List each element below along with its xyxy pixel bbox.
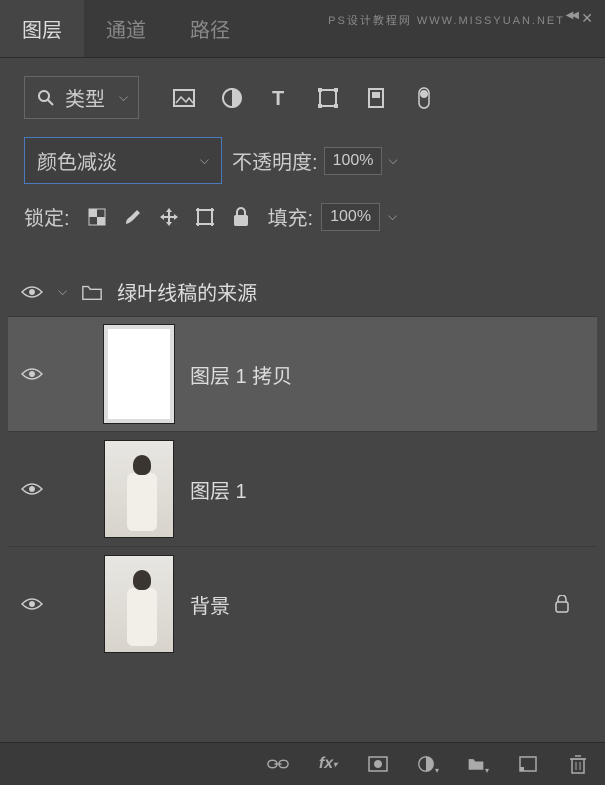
watermark-text: PS设计教程网 WWW.MISSYUAN.NET (328, 12, 565, 28)
search-icon (35, 87, 57, 109)
folder-icon (81, 281, 103, 303)
chevron-down-icon[interactable]: ⌵ (388, 209, 397, 224)
lock-icons (86, 206, 252, 228)
layers-panel: ◀◀ ✕ PS设计教程网 WWW.MISSYUAN.NET 图层 通道 路径 类… (0, 0, 605, 785)
chevron-down-icon: ⌵ (200, 153, 209, 168)
group-collapse-icon[interactable]: ⌵ (58, 284, 67, 299)
visibility-icon[interactable] (20, 284, 44, 300)
chevron-down-icon: ⌵ (119, 90, 128, 105)
lock-transparency-icon[interactable] (86, 206, 108, 228)
blend-mode-label: 颜色减淡 (37, 146, 117, 175)
filter-adjustment-icon[interactable] (221, 87, 243, 109)
filter-icons: T (173, 87, 435, 109)
filter-shape-icon[interactable] (317, 87, 339, 109)
layer-group-row[interactable]: ⌵ 绿叶线稿的来源 (8, 267, 597, 316)
blend-mode-select[interactable]: 颜色减淡 ⌵ (24, 137, 222, 184)
filter-text-icon[interactable]: T (269, 87, 291, 109)
new-group-icon[interactable]: ▾ (467, 753, 489, 775)
layer-row[interactable]: 图层 1 (8, 431, 597, 546)
layer-row[interactable]: 背景 (8, 546, 597, 661)
footer-toolbar: fx▾ ▾ ▾ (0, 742, 605, 785)
lock-paint-icon[interactable] (122, 206, 144, 228)
filter-type-select[interactable]: 类型 ⌵ (24, 76, 139, 119)
filter-image-icon[interactable] (173, 87, 195, 109)
lock-row: 锁定: 填充: 100% ⌵ (24, 202, 581, 231)
layer-row[interactable]: 图层 1 拷贝 (8, 316, 597, 431)
new-layer-icon[interactable] (517, 753, 539, 775)
layer-name: 图层 1 (190, 475, 585, 504)
panel-tabs: 图层 通道 路径 (0, 0, 605, 58)
visibility-icon[interactable] (20, 366, 44, 382)
lock-all-icon[interactable] (230, 206, 252, 228)
filter-row: 类型 ⌵ T (24, 76, 581, 119)
fx-icon[interactable]: fx▾ (317, 753, 339, 775)
layer-thumbnail[interactable] (104, 555, 174, 653)
opacity-input[interactable]: 100% (324, 147, 383, 175)
lock-position-icon[interactable] (158, 206, 180, 228)
filter-smart-icon[interactable] (365, 87, 387, 109)
chevron-down-icon[interactable]: ⌵ (388, 153, 397, 168)
group-name: 绿叶线稿的来源 (117, 277, 585, 306)
mask-icon[interactable] (367, 753, 389, 775)
layers-list: ⌵ 绿叶线稿的来源 图层 1 拷贝 图层 1 背景 (0, 267, 605, 661)
fill-input[interactable]: 100% (321, 203, 380, 231)
tab-paths[interactable]: 路径 (168, 0, 252, 57)
blend-row: 颜色减淡 ⌵ 不透明度: 100% ⌵ (24, 137, 581, 184)
filter-toggle-icon[interactable] (413, 87, 435, 109)
layer-thumbnail[interactable] (104, 325, 174, 423)
close-icon[interactable]: ✕ (581, 10, 593, 27)
delete-layer-icon[interactable] (567, 753, 589, 775)
filter-label: 类型 (65, 83, 105, 112)
layer-thumbnail[interactable] (104, 440, 174, 538)
controls-area: 类型 ⌵ T 颜色减淡 ⌵ 不透明度: 100% ⌵ (0, 58, 605, 267)
opacity-value: 100% (333, 152, 374, 170)
layer-name: 图层 1 拷贝 (190, 360, 585, 389)
fill-value: 100% (330, 208, 371, 226)
opacity-label: 不透明度: (232, 146, 318, 175)
tab-layers[interactable]: 图层 (0, 0, 84, 57)
visibility-icon[interactable] (20, 481, 44, 497)
link-layers-icon[interactable] (267, 753, 289, 775)
adjustment-layer-icon[interactable]: ▾ (417, 753, 439, 775)
layer-name: 背景 (190, 590, 535, 619)
opacity-group: 不透明度: 100% ⌵ (232, 146, 398, 175)
collapse-icon[interactable]: ◀◀ (566, 10, 577, 21)
lock-artboard-icon[interactable] (194, 206, 216, 228)
lock-icon[interactable] (551, 593, 573, 615)
visibility-icon[interactable] (20, 596, 44, 612)
fill-label: 填充: (268, 202, 314, 231)
svg-text:T: T (272, 88, 284, 108)
lock-label: 锁定: (24, 202, 70, 231)
tab-channels[interactable]: 通道 (84, 0, 168, 57)
